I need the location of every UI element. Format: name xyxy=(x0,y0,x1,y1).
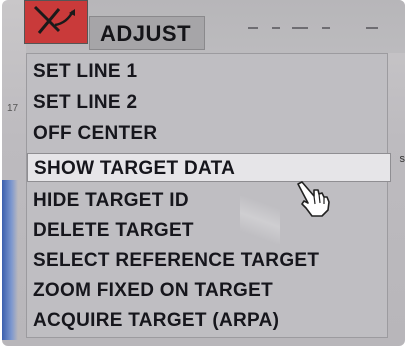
radar-adjust-icon[interactable] xyxy=(24,0,88,44)
menu-item-off-center[interactable]: OFF CENTER xyxy=(27,119,387,148)
status-dashes xyxy=(248,27,378,29)
menu-item-delete-target[interactable]: DELETE TARGET xyxy=(27,216,387,245)
screen-glare xyxy=(240,196,280,244)
menu-item-acquire-target-arpa[interactable]: ACQUIRE TARGET (ARPA) xyxy=(27,306,387,335)
adjust-menu-button[interactable]: ADJUST xyxy=(89,16,205,50)
left-edge-label: 17 xyxy=(7,103,19,114)
menu-item-set-line-2[interactable]: SET LINE 2 xyxy=(27,88,387,117)
right-edge-label: s xyxy=(399,153,406,165)
pointing-hand-cursor-icon xyxy=(297,181,330,217)
menu-item-zoom-fixed-on-target[interactable]: ZOOM FIXED ON TARGET xyxy=(27,276,387,305)
screen-photo: ADJUST 17 s SET LINE 1 SET LINE 2 OFF CE… xyxy=(0,0,407,348)
menu-item-set-line-1[interactable]: SET LINE 1 xyxy=(27,57,387,86)
display-screen: ADJUST 17 s SET LINE 1 SET LINE 2 OFF CE… xyxy=(2,0,405,346)
side-glow xyxy=(2,180,18,340)
radar-adjust-icon-graphic xyxy=(33,5,75,34)
menu-item-show-target-data[interactable]: SHOW TARGET DATA xyxy=(27,153,391,182)
menu-item-select-reference-target[interactable]: SELECT REFERENCE TARGET xyxy=(27,246,387,275)
